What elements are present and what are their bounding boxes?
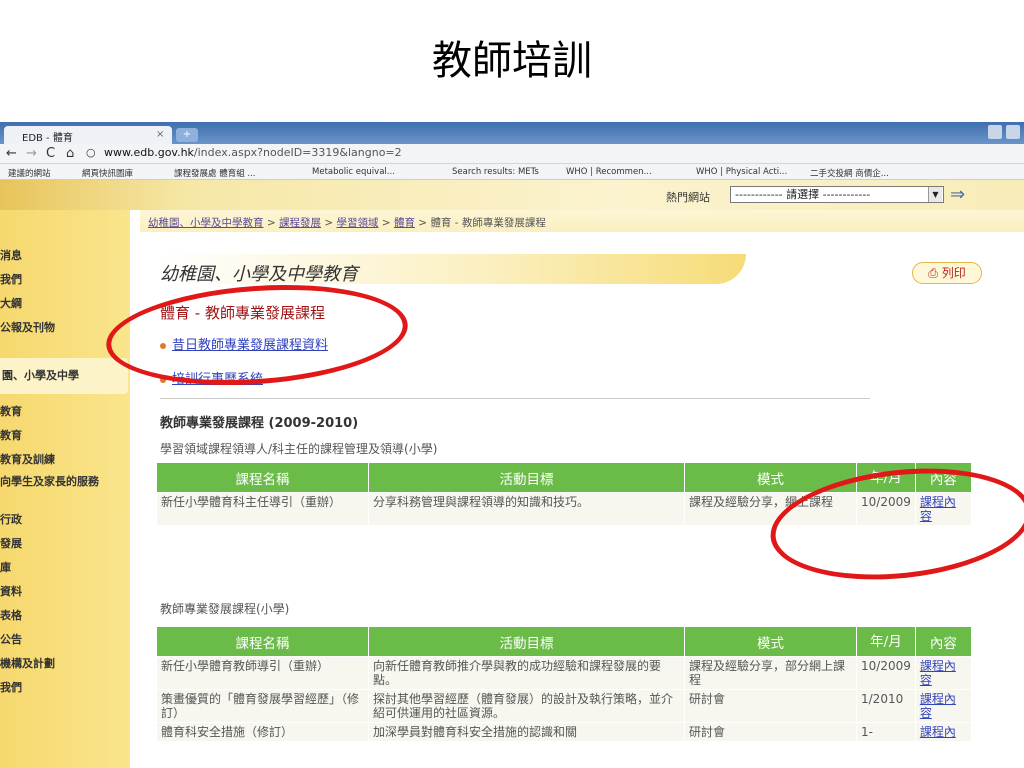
nav-item[interactable]: 教育及訓練: [0, 454, 55, 466]
new-tab-button[interactable]: +: [176, 128, 198, 142]
breadcrumb-link[interactable]: 體育: [394, 217, 415, 229]
bookmark-item[interactable]: Search results: METs: [452, 167, 539, 177]
slide-title: 教師培訓: [432, 38, 592, 84]
table-caption: 學習領域課程領導人/科主任的課程管理及領導(小學): [160, 442, 438, 456]
section-title: 幼稚園、小學及中學教育: [160, 264, 358, 285]
table-cell: 10/2009: [856, 656, 916, 690]
table-cell: 向新任體育教師推介學與教的成功經驗和課程發展的要點。: [368, 656, 685, 690]
column-header: 模式: [684, 626, 857, 657]
maximize-button[interactable]: [1006, 125, 1020, 139]
url-path: /index.aspx?nodeID=3319&langno=2: [193, 146, 402, 159]
column-header: 內容: [914, 626, 972, 657]
column-header: 活動目標: [368, 462, 685, 493]
highlight-ellipse: [102, 275, 412, 395]
chevron-down-icon[interactable]: ▼: [928, 187, 942, 202]
table-row: 體育科安全措施（修訂） 加深學員對體育科安全措施的認識和關 研討會 1- 課程內: [156, 722, 972, 742]
nav-item[interactable]: 我們: [0, 682, 22, 694]
navigation-bar: ← → C ⌂ ○ www.edb.gov.hk/index.aspx?node…: [0, 144, 1024, 164]
table-row: 策畫優質的「體育發展學習經歷」（修訂） 探討其他學習經歷（體育發展）的設計及執行…: [156, 689, 972, 723]
nav-item[interactable]: 公報及刊物: [0, 322, 55, 334]
table-cell: 課程及經驗分享，部分網上課程: [684, 656, 857, 690]
course-table-2: 課程名稱 活動目標 模式 年/月 內容 新任小學體育教師導引（重辦） 向新任體育…: [156, 626, 972, 742]
nav-item[interactable]: 公告: [0, 634, 22, 646]
breadcrumb-current: 體育 - 教師專業發展課程: [430, 217, 546, 229]
bookmark-item[interactable]: WHO | Physical Acti...: [696, 167, 787, 177]
left-navigation: 消息 我們 大綱 公報及刊物 園、小學及中學 教育 教育 教育及訓練 向學生及家…: [0, 210, 130, 768]
divider: [160, 398, 870, 399]
table-cell: 體育科安全措施（修訂）: [156, 722, 369, 742]
hot-sites-select[interactable]: ------------ 請選擇 ------------: [730, 186, 944, 203]
nav-item[interactable]: 發展: [0, 538, 22, 550]
browser-tab[interactable]: EDB - 體育 ×: [4, 126, 172, 144]
reload-icon[interactable]: C: [46, 146, 55, 161]
course-content-link[interactable]: 課程內容: [920, 659, 956, 687]
nav-item[interactable]: 我們: [0, 274, 22, 286]
table-cell: 課程內: [914, 722, 972, 742]
nav-item[interactable]: 庫: [0, 562, 11, 574]
address-bar[interactable]: www.edb.gov.hk/index.aspx?nodeID=3319&la…: [104, 146, 1014, 161]
bookmark-item[interactable]: 課程發展處 體育組 ...: [174, 167, 256, 179]
nav-item-active[interactable]: 園、小學及中學: [0, 358, 128, 394]
table-cell: 課程內容: [914, 689, 972, 723]
table-cell: 策畫優質的「體育發展學習經歷」（修訂）: [156, 689, 369, 723]
column-header: 年/月: [856, 626, 916, 657]
column-header: 課程名稱: [156, 462, 369, 493]
nav-item[interactable]: 資料: [0, 586, 22, 598]
page-icon: ○: [86, 146, 96, 159]
table-cell: 課程內容: [914, 656, 972, 690]
print-button[interactable]: ⎙ 列印: [912, 262, 982, 284]
back-icon[interactable]: ←: [6, 146, 17, 161]
nav-item[interactable]: 行政: [0, 514, 22, 526]
bookmark-item[interactable]: 二手交投網 商價企...: [810, 167, 889, 179]
table-cell: 新任小學體育教師導引（重辦）: [156, 656, 369, 690]
table-cell: 1-: [856, 722, 916, 742]
table-cell: 分享科務管理與課程領導的知識和技巧。: [368, 492, 685, 526]
minimize-button[interactable]: [988, 125, 1002, 139]
printer-icon: ⎙: [928, 266, 938, 280]
table-cell: 新任小學體育科主任導引（重辦）: [156, 492, 369, 526]
site-header: 熱門網站 ------------ 請選擇 ------------ ▼ ⇒: [0, 180, 1024, 210]
home-icon[interactable]: ⌂: [66, 146, 74, 161]
column-header: 課程名稱: [156, 626, 369, 657]
browser-screenshot: EDB - 體育 × + ← → C ⌂ ○ www.edb.gov.hk/in…: [0, 122, 1024, 768]
sub-heading: 教師專業發展課程 (2009-2010): [160, 416, 359, 431]
tab-bar: EDB - 體育 × +: [0, 122, 1024, 144]
table-cell: 探討其他學習經歷（體育發展）的設計及執行策略，並介紹可供運用的社區資源。: [368, 689, 685, 723]
nav-item[interactable]: 表格: [0, 610, 22, 622]
bookmark-item[interactable]: 建議的網站: [8, 167, 51, 179]
breadcrumb-link[interactable]: 學習領域: [336, 217, 378, 229]
breadcrumb-link[interactable]: 幼稚園、小學及中學教育: [148, 217, 264, 229]
go-arrow-icon[interactable]: ⇒: [950, 184, 965, 205]
table-row: 新任小學體育教師導引（重辦） 向新任體育教師推介學與教的成功經驗和課程發展的要點…: [156, 656, 972, 690]
nav-item[interactable]: 大綱: [0, 298, 22, 310]
nav-item[interactable]: 機構及計劃: [0, 658, 55, 670]
url-domain: www.edb.gov.hk: [104, 146, 194, 159]
breadcrumb-link[interactable]: 課程發展: [279, 217, 321, 229]
hot-sites-label: 熱門網站: [666, 191, 710, 204]
course-content-link[interactable]: 課程內容: [920, 692, 956, 720]
nav-item[interactable]: 教育: [0, 430, 22, 442]
table-cell: 1/2010: [856, 689, 916, 723]
nav-item[interactable]: 教育: [0, 406, 22, 418]
table-cell: 研討會: [684, 689, 857, 723]
bookmarks-bar: 建議的網站 網頁快訊圖庫 課程發展處 體育組 ... Metabolic equ…: [0, 164, 1024, 180]
forward-icon[interactable]: →: [26, 146, 37, 161]
table-cell: 研討會: [684, 722, 857, 742]
bookmark-item[interactable]: WHO | Recommen...: [566, 167, 652, 177]
column-header: 活動目標: [368, 626, 685, 657]
nav-item[interactable]: 向學生及家長的服務: [0, 476, 116, 488]
tab-close-icon[interactable]: ×: [156, 129, 164, 140]
nav-item[interactable]: 消息: [0, 250, 22, 262]
table-header-row: 課程名稱 活動目標 模式 年/月 內容: [156, 626, 972, 657]
bookmark-item[interactable]: 網頁快訊圖庫: [82, 167, 133, 179]
breadcrumb: 幼稚園、小學及中學教育 > 課程發展 > 學習領域 > 體育 > 體育 - 教師…: [140, 210, 1024, 232]
course-content-link[interactable]: 課程內: [920, 725, 956, 739]
table-cell: 加深學員對體育科安全措施的認識和關: [368, 722, 685, 742]
table-caption: 教師專業發展課程(小學): [160, 602, 290, 616]
bookmark-item[interactable]: Metabolic equival...: [312, 167, 395, 177]
tab-title: EDB - 體育: [22, 133, 73, 144]
